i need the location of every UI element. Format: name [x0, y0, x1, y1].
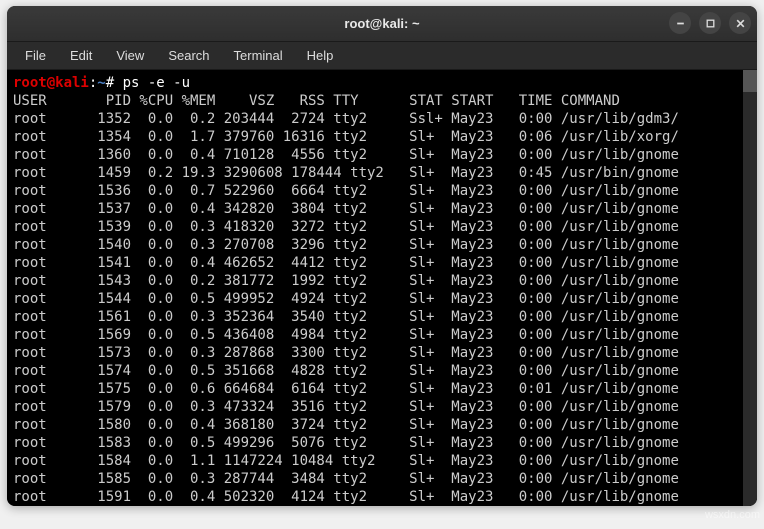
prompt-command: ps -e -u: [123, 75, 190, 91]
scrollbar-thumb[interactable]: [743, 70, 757, 92]
ps-row: root 1573 0.0 0.3 287868 3300 tty2 Sl+ M…: [13, 344, 751, 362]
terminal-area[interactable]: root@kali:~# ps -e -u USER PID %CPU %MEM…: [7, 70, 757, 506]
ps-row: root 1574 0.0 0.5 351668 4828 tty2 Sl+ M…: [13, 362, 751, 380]
prompt-user-host: root@kali: [13, 75, 89, 91]
ps-row: root 1569 0.0 0.5 436408 4984 tty2 Sl+ M…: [13, 326, 751, 344]
ps-row: root 1352 0.0 0.2 203444 2724 tty2 Ssl+ …: [13, 110, 751, 128]
menu-search[interactable]: Search: [158, 45, 219, 66]
prompt-sep2: #: [106, 75, 123, 91]
minimize-icon: [675, 18, 686, 29]
ps-row: root 1539 0.0 0.3 418320 3272 tty2 Sl+ M…: [13, 218, 751, 236]
scrollbar[interactable]: [743, 70, 757, 506]
close-icon: [735, 18, 746, 29]
ps-row: root 1543 0.0 0.2 381772 1992 tty2 Sl+ M…: [13, 272, 751, 290]
ps-row: root 1537 0.0 0.4 342820 3804 tty2 Sl+ M…: [13, 200, 751, 218]
ps-row: root 1561 0.0 0.3 352364 3540 tty2 Sl+ M…: [13, 308, 751, 326]
close-button[interactable]: [729, 12, 751, 34]
menu-terminal[interactable]: Terminal: [224, 45, 293, 66]
menubar: File Edit View Search Terminal Help: [7, 42, 757, 70]
ps-row: root 1580 0.0 0.4 368180 3724 tty2 Sl+ M…: [13, 416, 751, 434]
ps-row: root 1583 0.0 0.5 499296 5076 tty2 Sl+ M…: [13, 434, 751, 452]
ps-row: root 1541 0.0 0.4 462652 4412 tty2 Sl+ M…: [13, 254, 751, 272]
ps-row: root 1544 0.0 0.5 499952 4924 tty2 Sl+ M…: [13, 290, 751, 308]
ps-row: root 1540 0.0 0.3 270708 3296 tty2 Sl+ M…: [13, 236, 751, 254]
menu-view[interactable]: View: [106, 45, 154, 66]
ps-row: root 1360 0.0 0.4 710128 4556 tty2 Sl+ M…: [13, 146, 751, 164]
ps-row: root 1585 0.0 0.3 287744 3484 tty2 Sl+ M…: [13, 470, 751, 488]
maximize-icon: [705, 18, 716, 29]
ps-row: root 1591 0.0 0.4 502320 4124 tty2 Sl+ M…: [13, 488, 751, 506]
ps-rows: root 1352 0.0 0.2 203444 2724 tty2 Ssl+ …: [13, 110, 751, 506]
prompt-line: root@kali:~# ps -e -u: [13, 74, 751, 92]
window-controls: [669, 12, 751, 34]
terminal-window: root@kali: ~ File Edit View Search Termi…: [7, 6, 757, 506]
ps-row: root 1575 0.0 0.6 664684 6164 tty2 Sl+ M…: [13, 380, 751, 398]
watermark: wsxdn.com: [705, 509, 760, 521]
ps-row: root 1579 0.0 0.3 473324 3516 tty2 Sl+ M…: [13, 398, 751, 416]
titlebar: root@kali: ~: [7, 6, 757, 42]
menu-file[interactable]: File: [15, 45, 56, 66]
ps-row: root 1459 0.2 19.3 3290608 178444 tty2 S…: [13, 164, 751, 182]
minimize-button[interactable]: [669, 12, 691, 34]
window-title: root@kali: ~: [344, 16, 419, 31]
prompt-path: ~: [97, 75, 105, 91]
ps-row: root 1584 0.0 1.1 1147224 10484 tty2 Sl+…: [13, 452, 751, 470]
menu-help[interactable]: Help: [297, 45, 344, 66]
ps-header: USER PID %CPU %MEM VSZ RSS TTY STAT STAR…: [13, 92, 751, 110]
ps-row: root 1354 0.0 1.7 379760 16316 tty2 Sl+ …: [13, 128, 751, 146]
maximize-button[interactable]: [699, 12, 721, 34]
ps-row: root 1536 0.0 0.7 522960 6664 tty2 Sl+ M…: [13, 182, 751, 200]
menu-edit[interactable]: Edit: [60, 45, 102, 66]
